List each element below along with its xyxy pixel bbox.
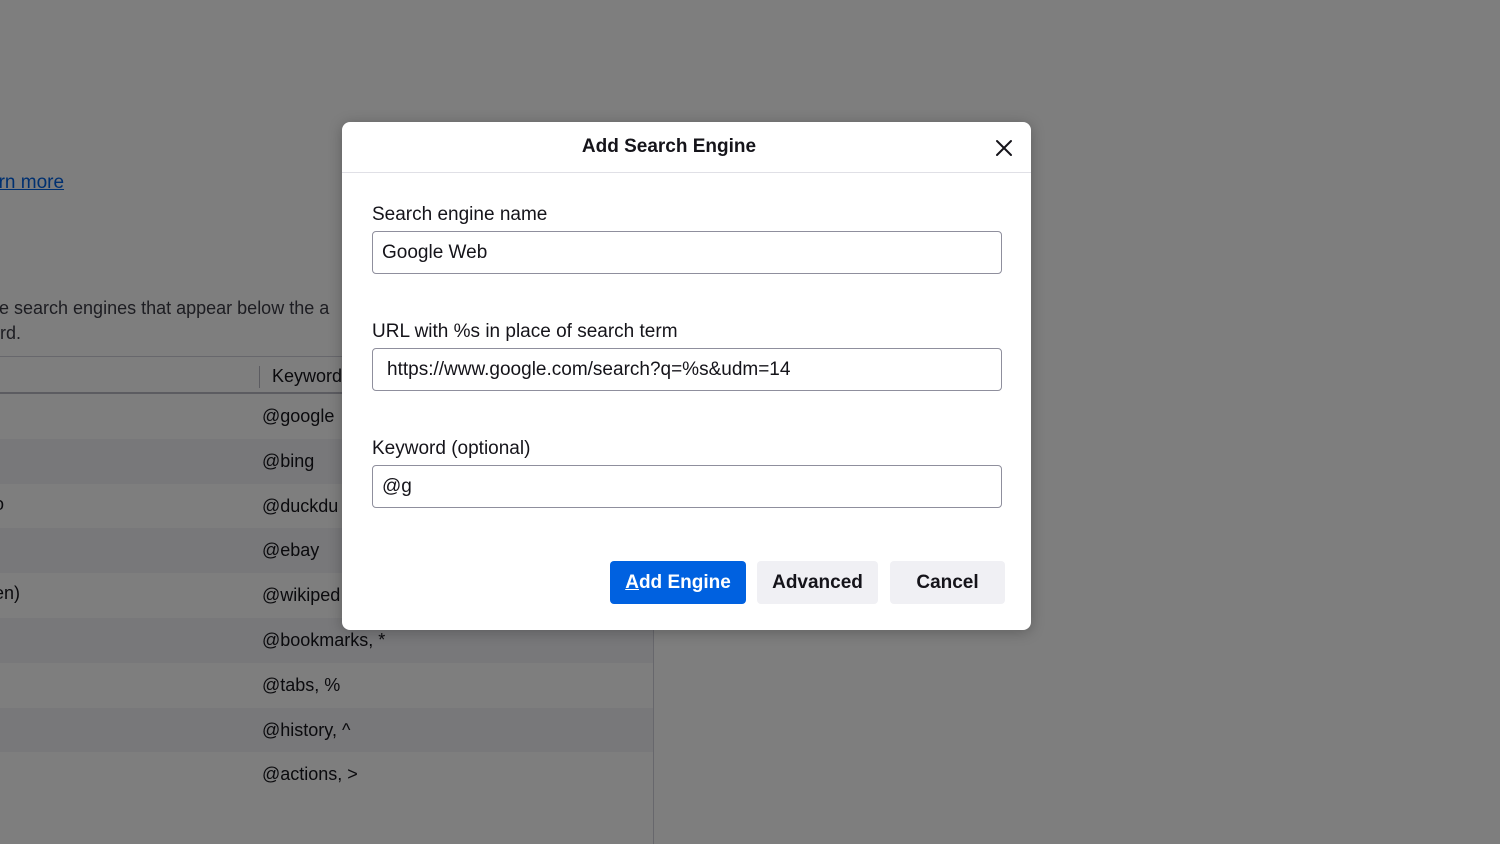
add-engine-accesskey: A <box>625 571 639 593</box>
cancel-button[interactable]: Cancel <box>890 561 1005 604</box>
add-search-engine-dialog: Add Search Engine Search engine name URL… <box>342 122 1031 630</box>
url-label: URL with %s in place of search term <box>372 321 678 342</box>
close-button[interactable] <box>992 136 1016 160</box>
add-engine-button[interactable]: Add Engine <box>610 561 746 604</box>
keyword-input[interactable] <box>372 465 1002 508</box>
dialog-header: Add Search Engine <box>342 122 1031 173</box>
close-icon <box>996 140 1012 156</box>
search-engine-name-input[interactable] <box>372 231 1002 274</box>
keyword-label: Keyword (optional) <box>372 438 531 459</box>
url-input[interactable] <box>372 348 1002 391</box>
search-engine-name-label: Search engine name <box>372 204 548 225</box>
add-engine-label: dd Engine <box>638 571 731 593</box>
advanced-button[interactable]: Advanced <box>757 561 878 604</box>
dialog-title: Add Search Engine <box>581 136 757 157</box>
